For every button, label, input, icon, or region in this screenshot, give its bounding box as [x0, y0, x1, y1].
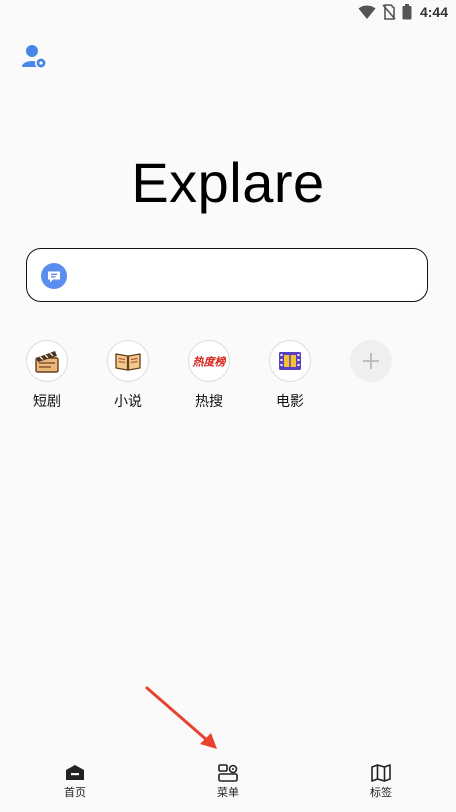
menu-icon — [218, 764, 238, 782]
map-tabs-icon — [371, 764, 391, 782]
search-engine-button[interactable] — [41, 263, 67, 289]
shortcut-grid: 短剧 小说 热度榜 热搜 电影 — [26, 340, 431, 411]
shortcut-add[interactable] — [350, 340, 431, 411]
shortcut-label: 电影 — [276, 394, 304, 410]
nav-menu-label: 菜单 — [216, 786, 239, 799]
status-icons: 4:44 — [358, 3, 448, 21]
shortcut-icon-circle — [269, 340, 311, 382]
no-sim-icon — [382, 4, 396, 20]
nav-home[interactable]: 首页 — [0, 752, 173, 812]
nav-tabs-label: 标签 — [369, 786, 392, 799]
hot-list-icon: 热度榜 — [192, 356, 226, 369]
bottom-nav: 首页 菜单 标签 — [0, 752, 456, 812]
nav-menu-inner: 菜单 — [217, 764, 239, 800]
open-book-icon — [115, 353, 141, 371]
shortcut-xiaoshuo[interactable]: 小说 — [107, 340, 188, 411]
user-avatar-button[interactable] — [21, 43, 49, 71]
shortcut-label: 热搜 — [195, 394, 223, 410]
battery-icon — [402, 4, 412, 20]
shortcut-resou[interactable]: 热度榜 热搜 — [188, 340, 269, 411]
hot-list-icon-text: 热度榜 — [192, 356, 226, 369]
shortcut-duanju[interactable]: 短剧 — [26, 340, 107, 411]
add-shortcut-button[interactable] — [350, 340, 392, 382]
shortcut-icon-circle — [26, 340, 68, 382]
chat-bubble-icon — [41, 263, 67, 289]
shortcut-icon-circle: 热度榜 — [188, 340, 230, 382]
nav-tabs[interactable]: 标签 — [283, 752, 456, 812]
shortcut-dianying[interactable]: 电影 — [269, 340, 350, 411]
wifi-icon — [358, 5, 376, 19]
plus-icon — [363, 353, 379, 369]
search-input[interactable] — [79, 259, 415, 293]
shortcut-label: 短剧 — [33, 394, 61, 410]
app-logo-text: Explare — [131, 151, 325, 214]
status-bar: 4:44 — [0, 0, 456, 24]
nav-menu[interactable]: 菜单 — [173, 752, 282, 812]
film-strip-icon — [279, 352, 301, 370]
shortcut-icon-circle — [107, 340, 149, 382]
user-avatar-icon — [22, 45, 47, 69]
nav-tabs-inner: 标签 — [370, 764, 392, 800]
search-box[interactable] — [26, 248, 428, 302]
nav-home-inner: 首页 — [64, 764, 86, 800]
home-icon — [66, 765, 84, 780]
shortcut-label: 小说 — [114, 394, 142, 410]
clapperboard-icon — [35, 351, 59, 373]
status-time: 4:44 — [419, 4, 448, 20]
nav-home-label: 首页 — [64, 786, 86, 799]
